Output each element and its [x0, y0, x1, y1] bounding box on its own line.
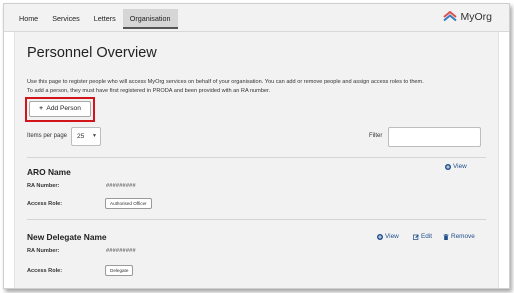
- access-role-badge: Delegate: [105, 265, 134, 276]
- remove-link[interactable]: Remove: [443, 233, 475, 240]
- page-title: Personnel Overview: [27, 45, 157, 61]
- chevron-down-icon: ▼: [92, 133, 97, 139]
- main-panel: Personnel Overview Use this page to regi…: [14, 32, 499, 288]
- add-person-label: Add Person: [46, 105, 81, 112]
- main-nav: Home Services Letters Organisation: [12, 9, 178, 29]
- ra-number-label: RA Number:: [27, 248, 60, 254]
- nav-organisation[interactable]: Organisation: [122, 9, 178, 29]
- filter-label: Filter: [369, 133, 383, 139]
- divider: [27, 157, 486, 158]
- plus-circle-icon: [445, 163, 451, 170]
- browser-frame: Home Services Letters Organisation MyOrg…: [3, 3, 510, 289]
- view-label: View: [453, 163, 467, 170]
- nav-services[interactable]: Services: [45, 9, 87, 29]
- edit-label: Edit: [421, 233, 433, 240]
- intro-line-1: Use this page to register people who wil…: [27, 79, 424, 85]
- access-role-label: Access Role:: [27, 268, 63, 274]
- ra-number-value: #########: [106, 183, 136, 189]
- person-name: ARO Name: [27, 167, 71, 177]
- remove-label: Remove: [451, 233, 475, 240]
- items-per-page-select[interactable]: 25 ▼: [71, 127, 101, 146]
- access-role-label: Access Role:: [27, 201, 63, 207]
- view-link[interactable]: View: [377, 233, 399, 240]
- logo-label: MyOrg: [460, 11, 493, 23]
- nav-home[interactable]: Home: [12, 9, 45, 29]
- edit-link[interactable]: Edit: [413, 233, 432, 240]
- plus-icon: +: [39, 105, 43, 112]
- ra-number-value: #########: [106, 248, 136, 254]
- myorg-chevron-logo-icon: [442, 11, 457, 22]
- myorg-logo[interactable]: MyOrg: [442, 11, 493, 23]
- filter-input[interactable]: [388, 127, 481, 147]
- trash-icon: [443, 233, 449, 240]
- plus-circle-icon: [377, 233, 383, 240]
- intro-text: Use this page to register people who wil…: [27, 78, 497, 95]
- intro-line-2: To add a person, they must have first re…: [27, 87, 271, 94]
- person-name: New Delegate Name: [27, 232, 107, 242]
- access-role-badge: Authorised Officer: [105, 198, 152, 209]
- edit-icon: [413, 234, 419, 240]
- nav-letters[interactable]: Letters: [87, 9, 123, 29]
- items-per-page-value: 25: [77, 133, 85, 140]
- add-person-button[interactable]: + Add Person: [29, 101, 91, 117]
- view-label: View: [385, 233, 399, 240]
- view-link[interactable]: View: [445, 163, 467, 170]
- top-navigation-bar: Home Services Letters Organisation MyOrg: [4, 4, 509, 32]
- ra-number-label: RA Number:: [27, 183, 60, 189]
- items-per-page-label: Items per page: [27, 133, 68, 139]
- divider: [27, 219, 486, 220]
